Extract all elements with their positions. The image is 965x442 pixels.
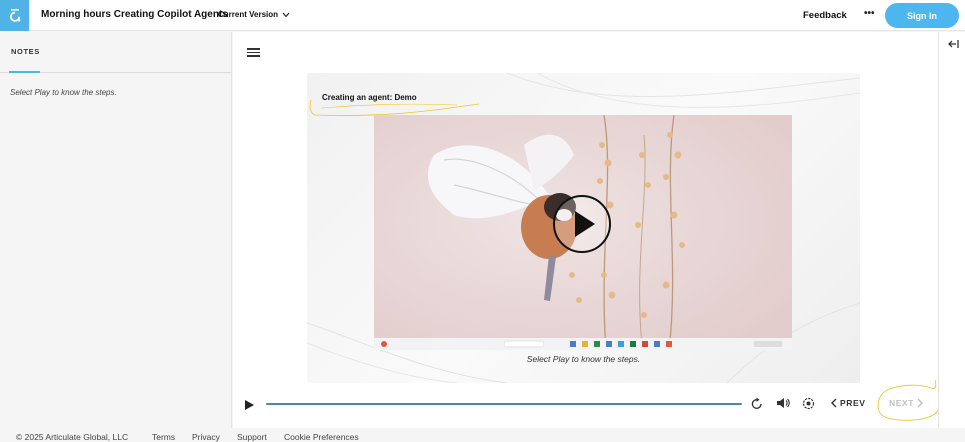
play-icon — [575, 211, 595, 237]
prev-button[interactable]: PREV — [831, 398, 866, 408]
player-controls: PREV NEXT — [233, 379, 943, 421]
notes-text: Select Play to know the steps. — [10, 88, 117, 97]
version-dropdown[interactable]: Current Version — [218, 10, 290, 19]
top-header: Morning hours Creating Copilot Agents Cu… — [0, 0, 965, 31]
slide-caption: Select Play to know the steps. — [526, 354, 641, 364]
tab-notes[interactable]: NOTES — [11, 47, 40, 56]
progress-bar[interactable] — [266, 403, 742, 405]
replay-button[interactable] — [751, 397, 763, 410]
menu-icon[interactable] — [247, 48, 260, 57]
more-options-button[interactable]: ••• — [864, 8, 875, 19]
replay-icon — [751, 397, 762, 409]
right-rail — [938, 32, 965, 428]
footer: © 2025 Articulate Global, LLC Terms Priv… — [0, 428, 965, 442]
settings-icon — [802, 397, 815, 410]
play-button[interactable] — [244, 399, 255, 411]
settings-button[interactable] — [802, 397, 815, 410]
volume-button[interactable] — [776, 396, 790, 410]
chevron-left-icon — [831, 398, 837, 408]
circle-annotation — [877, 379, 943, 421]
play-icon — [245, 400, 254, 410]
chevron-down-icon — [282, 12, 290, 17]
video-taskbar-strip — [374, 338, 792, 350]
tab-active-indicator — [9, 71, 40, 73]
sign-in-button[interactable]: Sign In — [885, 3, 959, 28]
version-label: Current Version — [218, 10, 279, 19]
volume-icon — [777, 398, 790, 408]
slide-stage: Creating an agent: Demo Select Play to k… — [307, 73, 860, 383]
collapse-panel-button[interactable] — [948, 39, 959, 49]
feedback-link[interactable]: Feedback — [803, 10, 847, 21]
prev-label: PREV — [840, 398, 866, 408]
play-video-button[interactable] — [553, 195, 611, 253]
lesson-main: Creating an agent: Demo Select Play to k… — [233, 32, 943, 428]
articulate-logo-icon[interactable] — [0, 0, 29, 31]
collapse-arrow-icon — [948, 40, 959, 48]
notes-panel: NOTES Select Play to know the steps. — [0, 32, 232, 428]
course-title: Morning hours Creating Copilot Agents — [41, 9, 228, 20]
